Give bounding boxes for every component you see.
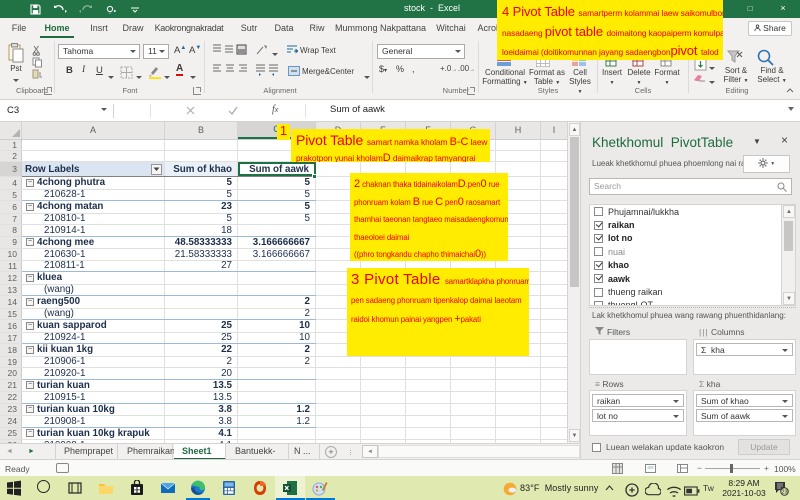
svg-text:23: 23 — [781, 490, 787, 496]
